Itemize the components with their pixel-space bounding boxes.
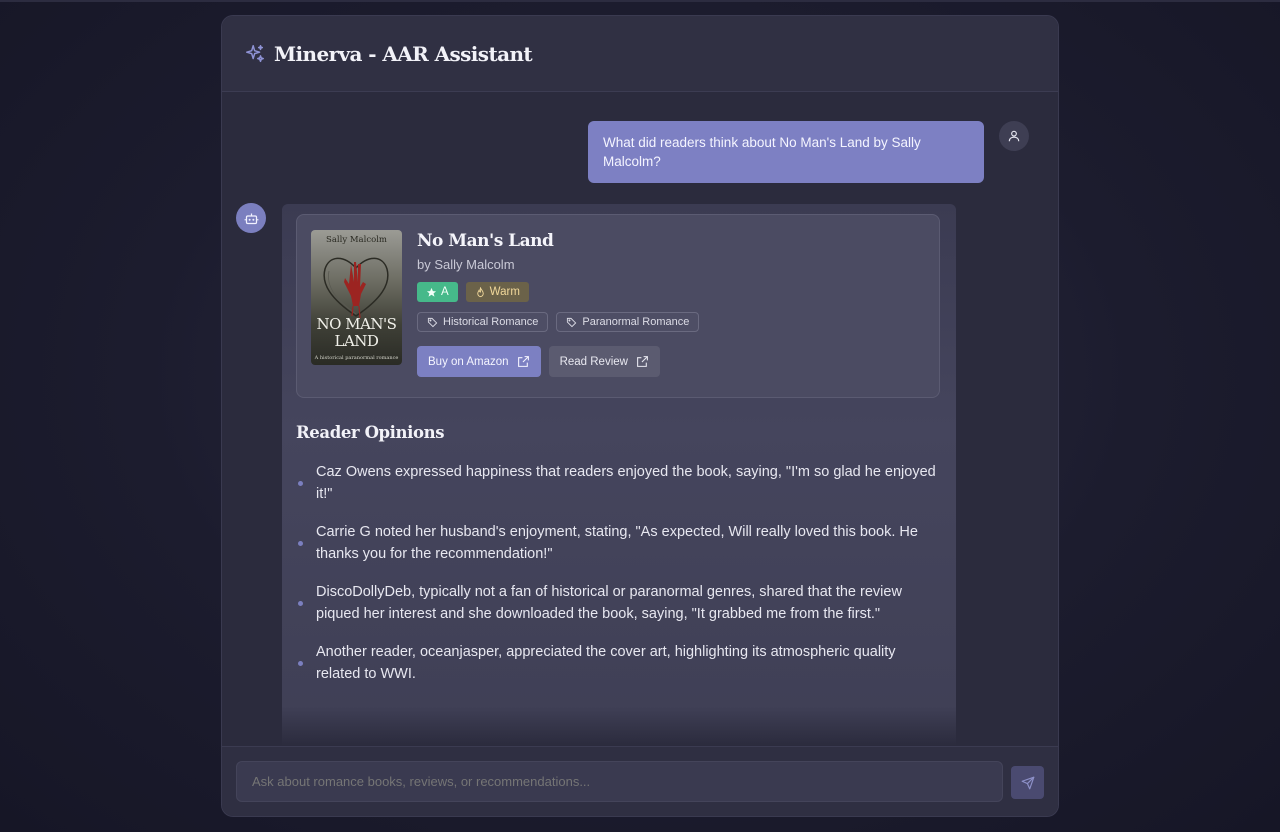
cover-art	[323, 257, 389, 319]
read-review-button[interactable]: Read Review	[548, 346, 660, 377]
message-input[interactable]	[236, 761, 1003, 802]
app-title: Minerva - AAR Assistant	[274, 41, 533, 66]
flame-icon	[476, 286, 484, 297]
grade-label: A	[441, 286, 449, 298]
opinion-text: DiscoDollyDeb, typically not a fan of hi…	[316, 584, 902, 622]
star-icon	[426, 287, 437, 297]
assistant-message: Sally Malcolm NO MAN'S LAND A historical…	[282, 204, 956, 746]
send-button[interactable]	[1011, 766, 1044, 799]
genre-tags: Historical Romance Paranormal Romance	[417, 312, 700, 332]
list-item: Another reader, oceanjasper, appreciated…	[296, 641, 942, 685]
tag-icon	[427, 317, 438, 327]
list-item: Caz Owens expressed happiness that reade…	[296, 461, 942, 505]
genre-tag[interactable]: Historical Romance	[417, 312, 549, 332]
buy-on-amazon-button[interactable]: Buy on Amazon	[417, 346, 541, 377]
genre-tag-label: Historical Romance	[443, 316, 539, 328]
reader-opinions-heading: Reader Opinions	[296, 423, 445, 442]
genre-tag-label: Paranormal Romance	[582, 316, 690, 328]
cover-subtitle: A historical paranormal romance	[314, 355, 399, 361]
heat-label: Warm	[489, 286, 520, 298]
book-title: No Man's Land	[417, 231, 554, 251]
composer	[222, 746, 1058, 816]
bot-avatar	[236, 203, 266, 233]
bullet-icon	[298, 661, 303, 666]
header: Minerva - AAR Assistant	[222, 16, 1058, 92]
grade-badge: A	[417, 282, 458, 302]
external-link-icon	[637, 356, 648, 367]
bullet-icon	[298, 601, 303, 606]
external-link-icon	[517, 356, 529, 367]
book-author: by Sally Malcolm	[417, 257, 515, 272]
chat-messages[interactable]: What did readers think about No Man's La…	[222, 92, 1058, 746]
opinion-text: Another reader, oceanjasper, appreciated…	[316, 644, 896, 682]
book-actions: Buy on Amazon Read Review	[417, 346, 699, 377]
book-cover: Sally Malcolm NO MAN'S LAND A historical…	[311, 230, 402, 365]
user-icon	[1008, 130, 1020, 142]
scroll-fade	[222, 706, 1058, 746]
list-item: DiscoDollyDeb, typically not a fan of hi…	[296, 581, 942, 625]
sparkles-icon	[244, 43, 266, 65]
user-message-text: What did readers think about No Man's La…	[588, 121, 984, 183]
bullet-icon	[298, 481, 303, 486]
list-item: Carrie G noted her husband's enjoyment, …	[296, 521, 942, 565]
chat-panel: Minerva - AAR Assistant What did readers…	[221, 15, 1059, 817]
cover-title: NO MAN'S LAND	[316, 315, 397, 350]
bullet-icon	[298, 541, 303, 546]
genre-tag[interactable]: Paranormal Romance	[556, 312, 700, 332]
opinions-list: Caz Owens expressed happiness that reade…	[296, 461, 942, 685]
send-icon	[1021, 776, 1034, 789]
read-review-label: Read Review	[559, 355, 628, 368]
heat-badge: Warm	[465, 282, 529, 302]
buy-on-amazon-label: Buy on Amazon	[428, 355, 509, 368]
book-card: Sally Malcolm NO MAN'S LAND A historical…	[296, 214, 940, 398]
user-avatar	[999, 121, 1029, 151]
user-message: What did readers think about No Man's La…	[588, 121, 984, 183]
book-info: No Man's Land by Sally Malcolm A Warm Hi…	[417, 231, 700, 377]
bot-icon	[244, 213, 258, 224]
window-top-edge	[0, 0, 1280, 2]
badges: A Warm	[417, 282, 699, 302]
opinion-text: Caz Owens expressed happiness that reade…	[316, 464, 936, 502]
tag-icon	[567, 317, 577, 327]
opinion-text: Carrie G noted her husband's enjoyment, …	[316, 524, 918, 562]
